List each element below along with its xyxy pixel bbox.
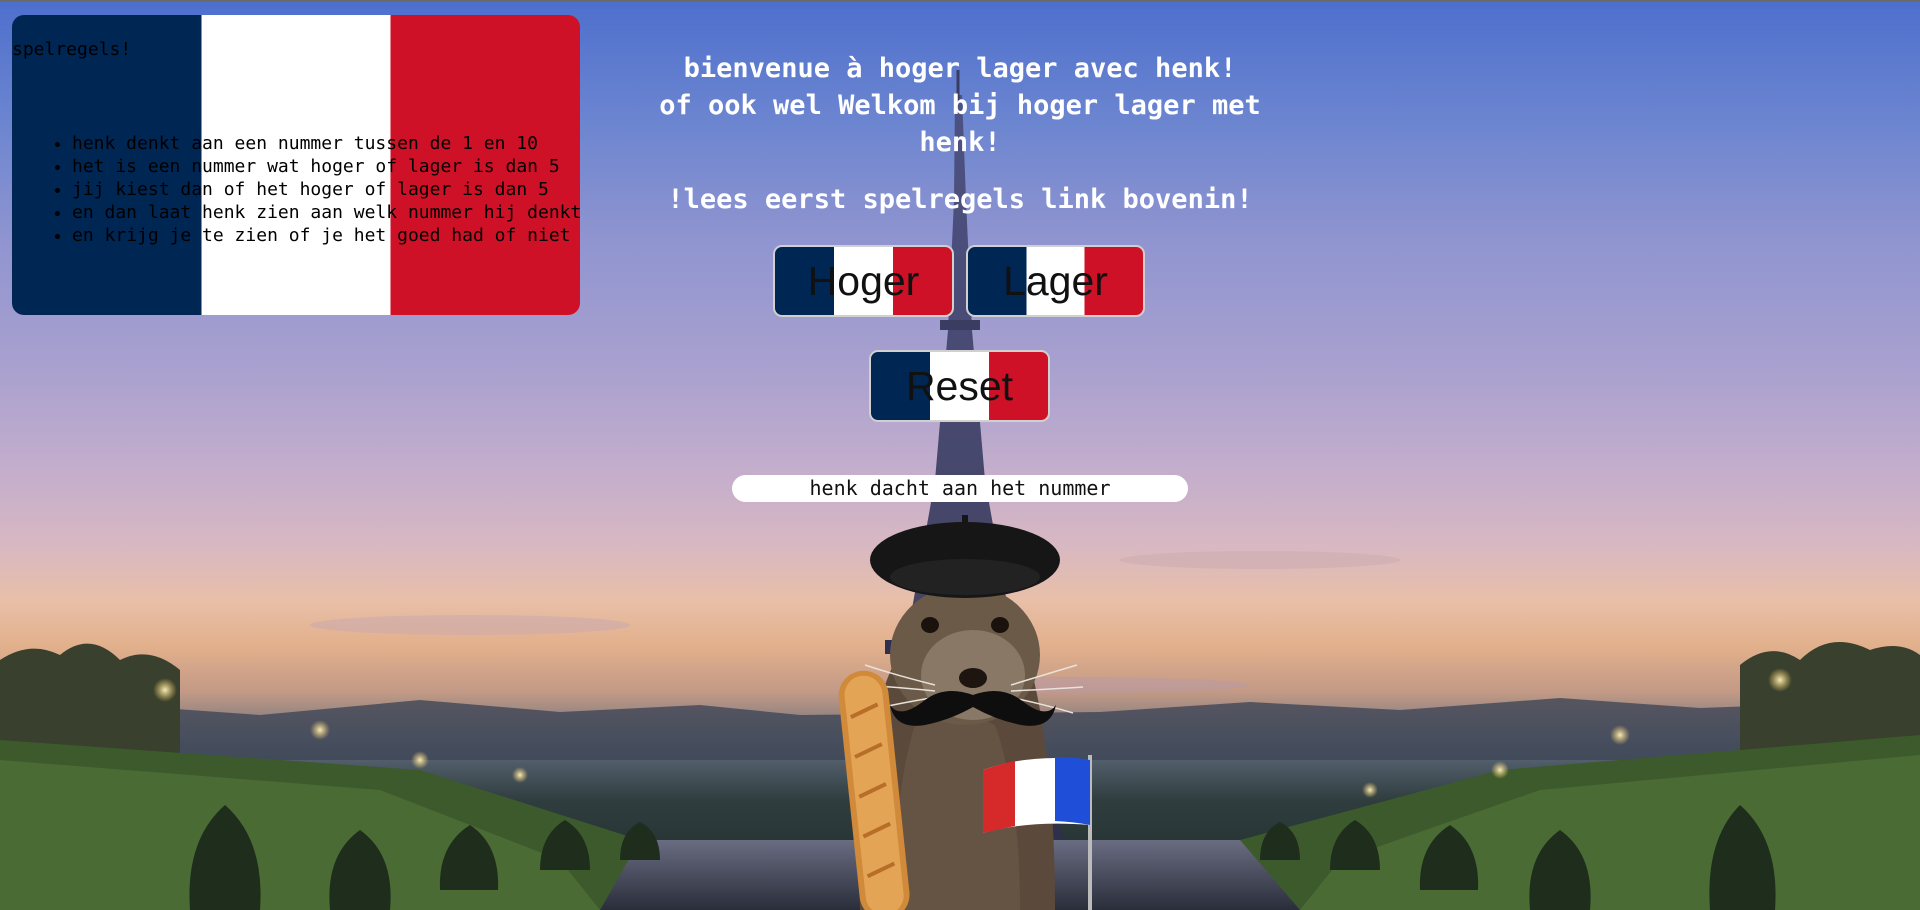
rules-item: en dan laat henk zien aan welk nummer hi… — [72, 201, 580, 224]
page-title: bienvenue à hoger lager avec henk! of oo… — [620, 50, 1300, 161]
reset-button[interactable]: Reset — [869, 350, 1050, 422]
rules-item: en krijg je te zien of je het goed had o… — [72, 224, 580, 247]
rules-item: jij kiest dan of het hoger of lager is d… — [72, 178, 580, 201]
rules-list: henk denkt aan een nummer tussen de 1 en… — [12, 132, 580, 247]
rules-panel: spelregels! henk denkt aan een nummer tu… — [12, 15, 580, 315]
rules-hint: !lees eerst spelregels link bovenin! — [667, 184, 1253, 215]
page-title-line1: bienvenue à hoger lager avec henk! — [683, 53, 1237, 84]
henk-mascot-icon — [838, 515, 1092, 910]
lager-button[interactable]: Lager — [966, 245, 1145, 317]
hoger-button[interactable]: Hoger — [773, 245, 954, 317]
page-title-line2: of ook wel Welkom bij hoger lager met he… — [659, 90, 1261, 158]
result-display: henk dacht aan het nummer — [732, 475, 1188, 502]
rules-item: het is een nummer wat hoger of lager is … — [72, 155, 580, 178]
rules-item: henk denkt aan een nummer tussen de 1 en… — [72, 132, 580, 155]
rules-title: spelregels! — [12, 39, 132, 60]
